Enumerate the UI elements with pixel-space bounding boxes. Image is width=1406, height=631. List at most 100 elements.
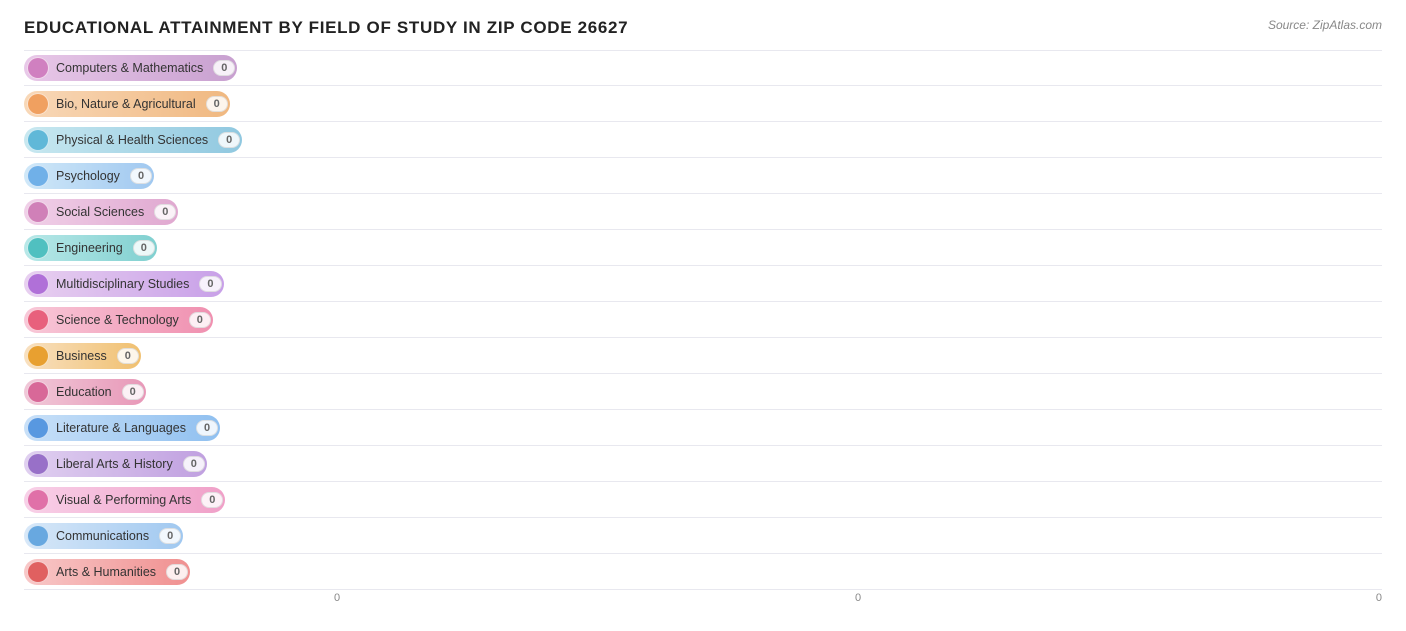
bar-label-area: Liberal Arts & History 0 xyxy=(24,451,334,477)
bar-value: 0 xyxy=(133,240,155,256)
bar-pill: Communications 0 xyxy=(24,523,183,549)
bar-row: Visual & Performing Arts 0 xyxy=(24,482,1382,518)
bar-track xyxy=(334,122,1382,157)
source-label: Source: ZipAtlas.com xyxy=(1268,18,1382,32)
bar-track xyxy=(334,446,1382,481)
bar-circle xyxy=(27,381,49,403)
bar-row: Business 0 xyxy=(24,338,1382,374)
bar-circle xyxy=(27,489,49,511)
bar-row: Social Sciences 0 xyxy=(24,194,1382,230)
bar-row: Bio, Nature & Agricultural 0 xyxy=(24,86,1382,122)
bar-pill: Science & Technology 0 xyxy=(24,307,213,333)
bar-pill: Education 0 xyxy=(24,379,146,405)
bar-track xyxy=(334,86,1382,121)
bar-row: Multidisciplinary Studies 0 xyxy=(24,266,1382,302)
bar-value: 0 xyxy=(189,312,211,328)
bar-pill: Social Sciences 0 xyxy=(24,199,178,225)
bar-label: Business xyxy=(49,349,115,363)
bar-value: 0 xyxy=(218,132,240,148)
bar-label-area: Arts & Humanities 0 xyxy=(24,559,334,585)
bar-circle xyxy=(27,273,49,295)
bar-row: Engineering 0 xyxy=(24,230,1382,266)
bar-label-area: Education 0 xyxy=(24,379,334,405)
bar-pill: Psychology 0 xyxy=(24,163,154,189)
bar-circle xyxy=(27,129,49,151)
chart-wrapper: Computers & Mathematics 0 Bio, Nature & … xyxy=(24,50,1382,604)
bar-row: Physical & Health Sciences 0 xyxy=(24,122,1382,158)
bar-circle xyxy=(27,309,49,331)
bar-circle xyxy=(27,93,49,115)
bar-track xyxy=(334,518,1382,553)
bar-value: 0 xyxy=(122,384,144,400)
bar-row: Arts & Humanities 0 xyxy=(24,554,1382,590)
bar-label-area: Psychology 0 xyxy=(24,163,334,189)
bar-label: Engineering xyxy=(49,241,131,255)
bar-track xyxy=(334,338,1382,373)
bar-value: 0 xyxy=(206,96,228,112)
bar-label: Social Sciences xyxy=(49,205,152,219)
bar-track xyxy=(334,410,1382,445)
bar-circle xyxy=(27,345,49,367)
bar-label-area: Physical & Health Sciences 0 xyxy=(24,127,334,153)
bar-label: Liberal Arts & History xyxy=(49,457,181,471)
bar-pill: Visual & Performing Arts 0 xyxy=(24,487,225,513)
bar-label-area: Computers & Mathematics 0 xyxy=(24,55,334,81)
bar-label-area: Science & Technology 0 xyxy=(24,307,334,333)
bar-label: Arts & Humanities xyxy=(49,565,164,579)
bar-pill: Bio, Nature & Agricultural 0 xyxy=(24,91,230,117)
bar-label-area: Literature & Languages 0 xyxy=(24,415,334,441)
bar-value: 0 xyxy=(196,420,218,436)
bar-label: Multidisciplinary Studies xyxy=(49,277,197,291)
bar-circle xyxy=(27,561,49,583)
bar-row: Communications 0 xyxy=(24,518,1382,554)
bar-track xyxy=(334,194,1382,229)
chart-title: EDUCATIONAL ATTAINMENT BY FIELD OF STUDY… xyxy=(24,18,628,38)
bar-circle xyxy=(27,417,49,439)
bar-label: Computers & Mathematics xyxy=(49,61,211,75)
bar-pill: Multidisciplinary Studies 0 xyxy=(24,271,224,297)
bar-value: 0 xyxy=(199,276,221,292)
bar-circle xyxy=(27,57,49,79)
bar-pill: Arts & Humanities 0 xyxy=(24,559,190,585)
bar-label-area: Engineering 0 xyxy=(24,235,334,261)
bar-pill: Literature & Languages 0 xyxy=(24,415,220,441)
chart-header: EDUCATIONAL ATTAINMENT BY FIELD OF STUDY… xyxy=(24,18,1382,38)
x-axis: 000 xyxy=(334,592,1382,604)
bar-label-area: Communications 0 xyxy=(24,523,334,549)
bar-label-area: Visual & Performing Arts 0 xyxy=(24,487,334,513)
bar-label: Science & Technology xyxy=(49,313,187,327)
bar-row: Computers & Mathematics 0 xyxy=(24,50,1382,86)
bar-track xyxy=(334,554,1382,589)
bar-circle xyxy=(27,201,49,223)
bar-value: 0 xyxy=(117,348,139,364)
bar-circle xyxy=(27,237,49,259)
bar-value: 0 xyxy=(166,564,188,580)
bar-track xyxy=(334,374,1382,409)
bar-pill: Engineering 0 xyxy=(24,235,157,261)
bar-circle xyxy=(27,525,49,547)
bar-circle xyxy=(27,453,49,475)
x-axis-label: 0 xyxy=(1376,592,1382,604)
bar-pill: Business 0 xyxy=(24,343,141,369)
bar-track xyxy=(334,230,1382,265)
bar-row: Education 0 xyxy=(24,374,1382,410)
bar-pill: Physical & Health Sciences 0 xyxy=(24,127,242,153)
bar-value: 0 xyxy=(154,204,176,220)
bar-label-area: Business 0 xyxy=(24,343,334,369)
chart-area: Computers & Mathematics 0 Bio, Nature & … xyxy=(24,50,1382,590)
bar-row: Liberal Arts & History 0 xyxy=(24,446,1382,482)
bar-value: 0 xyxy=(159,528,181,544)
bar-value: 0 xyxy=(183,456,205,472)
bar-pill: Liberal Arts & History 0 xyxy=(24,451,207,477)
bar-label: Bio, Nature & Agricultural xyxy=(49,97,204,111)
bar-label: Literature & Languages xyxy=(49,421,194,435)
bar-label: Visual & Performing Arts xyxy=(49,493,199,507)
bar-pill: Computers & Mathematics 0 xyxy=(24,55,237,81)
bar-label: Physical & Health Sciences xyxy=(49,133,216,147)
bar-label: Psychology xyxy=(49,169,128,183)
bar-label-area: Bio, Nature & Agricultural 0 xyxy=(24,91,334,117)
bar-row: Science & Technology 0 xyxy=(24,302,1382,338)
bar-row: Psychology 0 xyxy=(24,158,1382,194)
bar-label: Communications xyxy=(49,529,157,543)
bar-track xyxy=(334,158,1382,193)
